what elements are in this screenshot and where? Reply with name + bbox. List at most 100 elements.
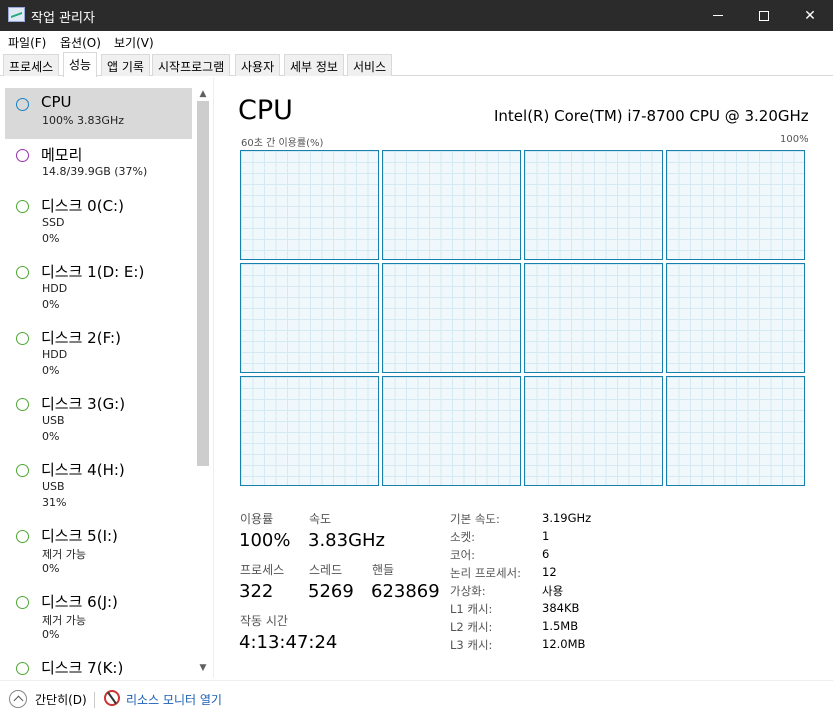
close-button[interactable]: ✕ — [787, 0, 833, 31]
resource-usage: 0% — [42, 298, 60, 311]
processes-label: 프로세스 — [240, 563, 285, 577]
resource-usage: 0% — [42, 232, 60, 245]
info-value: 6 — [542, 547, 550, 561]
disk-circle-icon — [16, 530, 29, 543]
resource-monitor-icon[interactable] — [104, 690, 120, 706]
resource-detail: 100% 3.83GHz — [42, 114, 125, 127]
threads-value: 5269 — [308, 581, 354, 602]
disk-circle-icon — [16, 596, 29, 609]
speed-label: 속도 — [309, 512, 332, 526]
maximize-button[interactable] — [741, 0, 787, 31]
resource-item-disk-2[interactable]: 디스크 2(F:) HDD 0% — [5, 322, 192, 377]
resource-type: HDD — [42, 348, 68, 361]
resource-item-cpu[interactable]: CPU 100% 3.83GHz — [5, 88, 192, 139]
resource-name: 디스크 6(J:) — [41, 593, 118, 611]
info-key: 코어: — [450, 548, 476, 562]
info-key: L2 캐시: — [450, 620, 493, 634]
menu-bar: 파일(F) 옵션(O) 보기(V) — [0, 31, 833, 52]
disk-circle-icon — [16, 332, 29, 345]
resource-usage: 0% — [42, 364, 60, 377]
info-key: 기본 속도: — [450, 512, 500, 526]
resource-item-disk-1[interactable]: 디스크 1(D: E:) HDD 0% — [5, 256, 192, 311]
menu-file[interactable]: 파일(F) — [8, 34, 46, 51]
threads-label: 스레드 — [309, 563, 343, 577]
scroll-up-icon[interactable]: ▲ — [198, 89, 208, 99]
logical-processor-graph — [666, 150, 805, 260]
menu-options[interactable]: 옵션(O) — [60, 34, 101, 51]
scroll-thumb[interactable] — [197, 101, 209, 466]
resource-item-disk-4[interactable]: 디스크 4(H:) USB 31% — [5, 454, 192, 509]
logical-processor-graph — [240, 150, 379, 260]
tab-processes[interactable]: 프로세스 — [3, 54, 60, 76]
disk-circle-icon — [16, 200, 29, 213]
cpu-model: Intel(R) Core(TM) i7-8700 CPU @ 3.20GHz — [494, 107, 809, 125]
resource-name: 디스크 2(F:) — [41, 329, 121, 347]
resource-name: 디스크 1(D: E:) — [41, 263, 145, 281]
resource-type: USB — [42, 414, 65, 427]
speed-value: 3.83GHz — [308, 530, 386, 551]
resource-usage: 0% — [42, 628, 60, 641]
resource-type: SSD — [42, 216, 65, 229]
minimize-button[interactable] — [695, 0, 741, 31]
window-title: 작업 관리자 — [31, 11, 95, 26]
cpu-graph-grid[interactable] — [240, 150, 806, 486]
page-title: CPU — [238, 95, 293, 126]
logical-processor-graph — [240, 376, 379, 486]
tab-startup[interactable]: 시작프로그램 — [152, 54, 231, 76]
uptime-value: 4:13:47:24 — [239, 632, 338, 653]
resource-usage: 0% — [42, 562, 60, 575]
graph-caption: 60초 간 이용률(%) — [241, 138, 324, 149]
tab-users[interactable]: 사용자 — [235, 54, 281, 76]
resource-type: HDD — [42, 282, 68, 295]
resource-type: 제거 가능 — [42, 614, 86, 627]
scroll-down-icon[interactable]: ▼ — [198, 663, 208, 673]
info-value: 사용 — [542, 584, 564, 598]
disk-circle-icon — [16, 398, 29, 411]
info-value: 12 — [542, 565, 557, 579]
cpu-circle-icon — [16, 98, 29, 111]
logical-processor-graph — [382, 150, 521, 260]
utilization-value: 100% — [239, 530, 291, 551]
resource-usage: 31% — [42, 496, 67, 509]
resource-type: USB — [42, 480, 65, 493]
info-key: 소켓: — [450, 530, 476, 544]
utilization-label: 이용률 — [240, 512, 274, 526]
title-bar: 작업 관리자 ✕ — [0, 0, 833, 31]
open-resource-monitor-link[interactable]: 리소스 모니터 열기 — [126, 691, 222, 708]
fewer-details-button[interactable]: 간단히(D) — [35, 691, 87, 708]
task-manager-icon — [8, 7, 25, 22]
handles-label: 핸들 — [372, 563, 395, 577]
uptime-label: 작동 시간 — [240, 614, 288, 628]
logical-processor-graph — [240, 263, 379, 373]
logical-processor-graph — [524, 376, 663, 486]
resource-list: CPU 100% 3.83GHz 메모리 14.8/39.9GB (37%) 디… — [0, 77, 214, 678]
divider — [94, 692, 95, 708]
graph-max-label: 100% — [780, 134, 809, 145]
logical-processor-graph — [524, 263, 663, 373]
resource-item-memory[interactable]: 메모리 14.8/39.9GB (37%) — [5, 139, 192, 190]
minimize-icon — [713, 15, 723, 16]
info-value: 384KB — [542, 601, 580, 615]
resource-item-disk-6[interactable]: 디스크 6(J:) 제거 가능 0% — [5, 586, 192, 641]
processes-value: 322 — [239, 581, 274, 602]
tab-app-history[interactable]: 앱 기록 — [101, 54, 150, 76]
disk-circle-icon — [16, 266, 29, 279]
resource-detail: 14.8/39.9GB (37%) — [42, 165, 148, 178]
sidebar-scrollbar[interactable]: ▲ ▼ — [196, 89, 210, 677]
chevron-up-icon[interactable] — [9, 690, 27, 708]
tab-services[interactable]: 서비스 — [347, 54, 393, 76]
handles-value: 623869 — [371, 581, 440, 602]
info-value: 12.0MB — [542, 637, 586, 651]
maximize-icon — [759, 10, 769, 21]
logical-processor-graph — [382, 263, 521, 373]
resource-name: 디스크 3(G:) — [41, 395, 126, 413]
resource-item-disk-3[interactable]: 디스크 3(G:) USB 0% — [5, 388, 192, 443]
resource-item-disk-5[interactable]: 디스크 5(I:) 제거 가능 0% — [5, 520, 192, 575]
logical-processor-graph — [666, 376, 805, 486]
tab-strip: 프로세스 성능 앱 기록 시작프로그램 사용자 세부 정보 서비스 — [0, 52, 833, 77]
menu-view[interactable]: 보기(V) — [114, 34, 154, 51]
resource-item-disk-0[interactable]: 디스크 0(C:) SSD 0% — [5, 190, 192, 245]
tab-details[interactable]: 세부 정보 — [284, 54, 344, 76]
resource-item-disk-7[interactable]: 디스크 7(K:) — [5, 652, 192, 678]
tab-performance[interactable]: 성능 — [63, 52, 98, 77]
